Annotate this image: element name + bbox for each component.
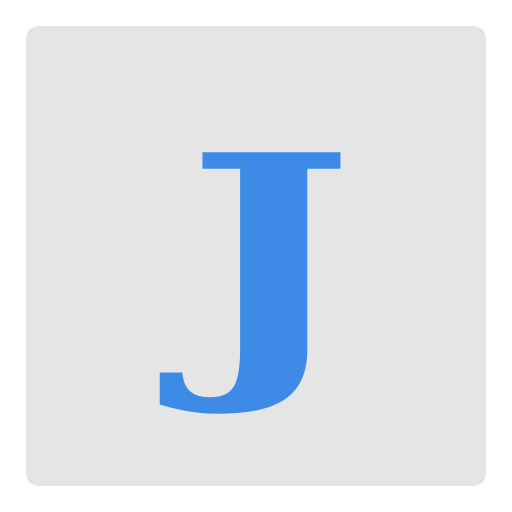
app-icon-canvas: J — [0, 0, 512, 512]
letter-j-glyph: J — [158, 95, 354, 423]
letter-icon: J — [26, 26, 486, 486]
letter-icon-tile: J — [26, 26, 486, 486]
